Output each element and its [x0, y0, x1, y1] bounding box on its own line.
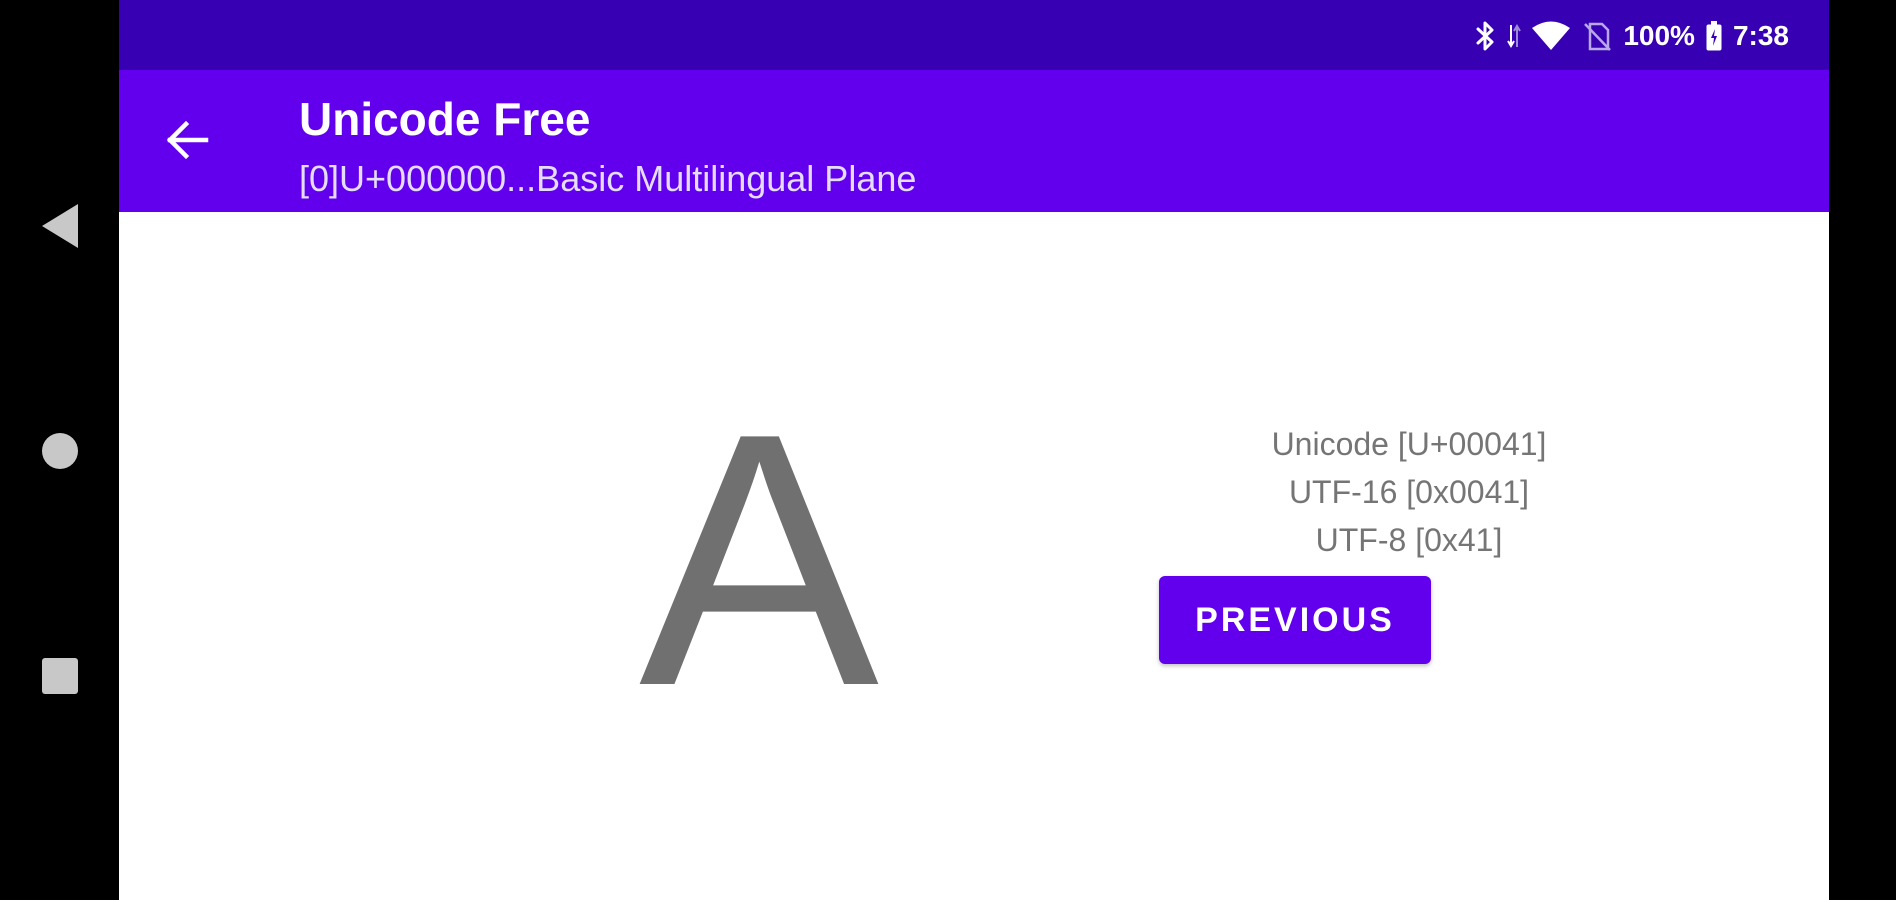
character-glyph: A: [638, 359, 880, 761]
wifi-icon: [1531, 18, 1571, 54]
nav-home-button[interactable]: [24, 415, 96, 487]
app-title: Unicode Free: [299, 93, 591, 145]
character-info: Unicode [U+00041] UTF-16 [0x0041] UTF-8 …: [1219, 420, 1599, 564]
status-time: 7:38: [1732, 20, 1789, 51]
back-icon: [42, 204, 78, 248]
system-navigation-bar: [0, 0, 119, 900]
utf16-code-text: UTF-16 [0x0041]: [1288, 474, 1530, 510]
status-icons: 100% 7:38: [1475, 18, 1789, 54]
battery-percent: 100%: [1623, 20, 1695, 51]
app-screen: 100% 7:38 Unicode Free [0]U+000000...Bas…: [119, 0, 1829, 900]
app-bar: Unicode Free [0]U+000000...Basic Multili…: [119, 70, 1829, 212]
home-icon: [42, 433, 78, 469]
data-arrows-icon: [1507, 18, 1522, 54]
previous-button[interactable]: PREVIOUS: [1159, 576, 1431, 664]
no-sim-icon: [1581, 18, 1613, 54]
screen-edge: [1829, 0, 1896, 900]
nav-back-button[interactable]: [24, 190, 96, 262]
arrow-back-icon: [166, 120, 209, 160]
battery-icon: [1705, 18, 1723, 54]
recents-icon: [42, 658, 78, 694]
unicode-code-text: Unicode [U+00041]: [1271, 426, 1547, 462]
app-subtitle: [0]U+000000...Basic Multilingual Plane: [299, 158, 917, 199]
back-button[interactable]: [159, 112, 215, 168]
status-bar: 100% 7:38: [119, 0, 1829, 70]
nav-recents-button[interactable]: [24, 640, 96, 712]
bluetooth-icon: [1475, 18, 1497, 54]
utf8-code-text: UTF-8 [0x41]: [1315, 522, 1503, 558]
